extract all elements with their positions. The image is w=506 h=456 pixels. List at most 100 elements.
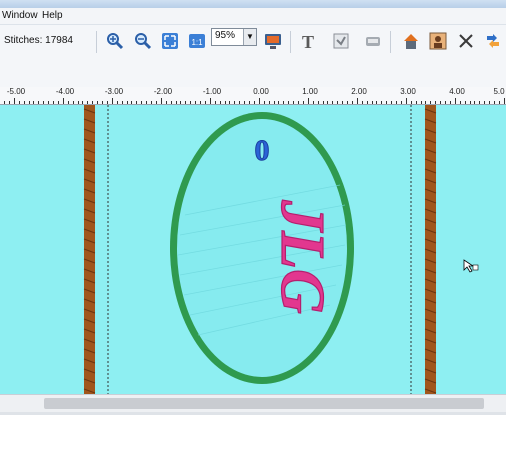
ruler-tick <box>38 101 40 104</box>
ruler-tick <box>283 101 285 104</box>
ruler-tick <box>48 101 50 104</box>
photo-button[interactable] <box>427 30 449 52</box>
ruler-tick <box>82 101 84 104</box>
ruler-tick <box>317 101 319 104</box>
ruler-tick <box>366 101 368 104</box>
ruler-tick <box>268 101 270 104</box>
ruler-tick <box>92 101 94 104</box>
sew-button[interactable] <box>362 30 384 52</box>
ruler-tick <box>440 101 442 104</box>
ruler-tick <box>43 101 45 104</box>
ruler-tick <box>342 101 344 104</box>
ruler-tick <box>361 101 363 104</box>
ruler-tick <box>4 101 5 104</box>
ruler-tick <box>396 101 397 104</box>
ruler-tick <box>72 101 74 104</box>
ruler-tick <box>327 101 329 104</box>
preview-button[interactable] <box>262 30 284 52</box>
ruler-label: 5.0 <box>493 87 505 96</box>
ruler-tick <box>430 101 432 104</box>
convert-button[interactable] <box>482 30 504 52</box>
ruler-tick <box>97 101 99 104</box>
horizontal-scrollbar[interactable] <box>0 394 506 413</box>
menu-bar: Window Help <box>0 8 506 25</box>
zoom-out-icon <box>135 33 152 50</box>
house-icon <box>404 34 418 49</box>
ruler-tick <box>479 101 481 104</box>
menu-window[interactable]: Window <box>2 10 38 21</box>
ruler-tick <box>503 98 505 104</box>
ruler-tick <box>420 101 422 104</box>
ruler-tick <box>141 101 143 104</box>
ruler-tick <box>131 101 133 104</box>
zoom-in-icon <box>107 33 124 50</box>
ruler-tick <box>356 98 358 104</box>
ruler-label: -5.00 <box>6 87 26 96</box>
sewing-machine-icon <box>366 37 380 46</box>
ruler-tick <box>33 101 35 104</box>
ruler-tick <box>293 101 295 104</box>
ruler-tick <box>136 101 138 104</box>
title-bar <box>0 0 506 8</box>
ruler-tick <box>126 101 128 104</box>
ruler-tick <box>151 101 152 104</box>
ruler-tick <box>234 101 236 104</box>
ruler-tick <box>121 101 123 104</box>
status-bar <box>0 412 506 415</box>
monitor-icon <box>265 34 281 49</box>
ruler-label: -1.00 <box>202 87 222 96</box>
ruler-tick <box>209 98 211 104</box>
ruler-tick <box>175 101 177 104</box>
zoom-value: 95% <box>215 30 236 41</box>
design-canvas[interactable]: 0 JLG <box>0 105 506 395</box>
text-tool-button[interactable]: T <box>297 30 319 52</box>
zoom-select[interactable]: 95% ▼ <box>211 28 257 46</box>
zoom-out-button[interactable] <box>132 30 154 52</box>
ruler-tick <box>160 98 162 104</box>
ruler-tick <box>23 101 25 104</box>
ruler-tick <box>195 101 197 104</box>
ruler-tick <box>13 98 15 104</box>
delete-button[interactable] <box>455 30 477 52</box>
zoom-actual-size-button[interactable]: 1:1 <box>186 30 208 52</box>
photo-icon <box>429 32 447 50</box>
horizontal-ruler: -5.00 -4.00 -3.00 -2.00 -1.00 0.00 1.00 … <box>0 87 506 105</box>
monogram-text: JLG <box>268 199 336 314</box>
ruler-tick <box>263 101 265 104</box>
svg-text:T: T <box>302 32 314 50</box>
toolbar-separator <box>290 31 291 53</box>
ruler-tick <box>111 98 113 104</box>
ruler-tick <box>170 101 172 104</box>
zoom-fit-button[interactable] <box>159 30 181 52</box>
ruler-tick <box>155 101 157 104</box>
ruler-label: -4.00 <box>55 87 75 96</box>
ruler-tick <box>381 101 383 104</box>
menu-help[interactable]: Help <box>42 10 63 21</box>
ruler-tick <box>288 101 290 104</box>
ruler-tick <box>106 101 108 104</box>
ruler-tick <box>415 101 417 104</box>
ruler-tick <box>244 101 246 104</box>
ruler-tick <box>322 101 324 104</box>
ruler-tick <box>386 101 388 104</box>
ruler-tick <box>273 101 275 104</box>
ruler-tick <box>454 98 456 104</box>
ruler-tick <box>102 101 103 104</box>
scrollbar-thumb[interactable] <box>44 398 484 409</box>
ruler-tick <box>347 101 348 104</box>
ruler-label: -2.00 <box>153 87 173 96</box>
ruler-tick <box>53 101 54 104</box>
merge-button[interactable] <box>330 30 352 52</box>
fit-screen-icon <box>162 33 178 49</box>
zoom-in-button[interactable] <box>104 30 126 52</box>
ruler-tick <box>258 98 260 104</box>
ruler-tick <box>445 101 446 104</box>
chevron-down-icon[interactable]: ▼ <box>243 29 256 45</box>
ruler-label: 2.00 <box>351 87 367 96</box>
ruler-tick <box>312 101 314 104</box>
ruler-tick <box>484 101 486 104</box>
toolbar-separator <box>96 31 97 53</box>
home-button[interactable] <box>400 30 422 52</box>
ruler-tick <box>435 101 437 104</box>
ruler-tick <box>57 101 59 104</box>
